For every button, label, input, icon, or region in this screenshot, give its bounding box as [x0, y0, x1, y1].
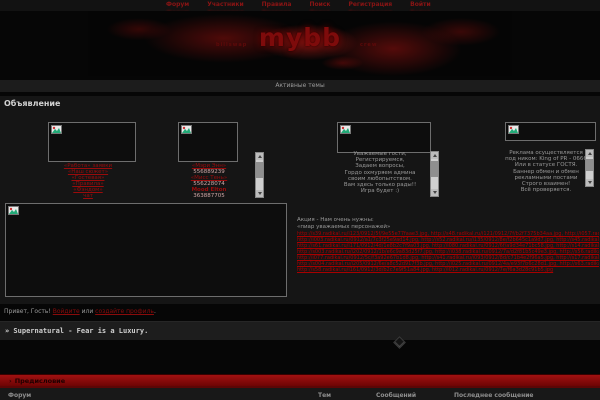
active-topics-bar[interactable]: Активные темы	[0, 80, 600, 92]
nav-item-register[interactable]: Регистрация	[348, 1, 392, 8]
announce-text-line: Всё проверяется.	[496, 187, 596, 193]
image-placeholder-1	[48, 122, 136, 162]
broken-image-icon	[8, 206, 19, 215]
column-header-topics: Тем	[318, 392, 331, 399]
nav-item-login[interactable]: Войти	[410, 1, 431, 8]
greeting-period: .	[154, 308, 156, 315]
announcement-contacts-col2: «Мэри Энн» 556889239 «Мисс Тень» 5562280…	[178, 164, 240, 199]
announce-link[interactable]: чат	[40, 194, 136, 200]
column-header-forum: Форум	[8, 392, 31, 399]
scrollbar-thumb[interactable]	[256, 162, 263, 178]
forum-table-header: Форум Тем Сообщений Последнее сообщение	[0, 386, 600, 400]
broken-image-icon	[51, 125, 62, 134]
nav-item-members[interactable]: Участники	[207, 1, 243, 8]
scroll-up-arrow-icon[interactable]	[586, 150, 593, 157]
announcement-text-col3: Уважаемые гости, Регистрируемся, Задаем …	[332, 151, 428, 194]
top-nav: Форум Участники Правила Поиск Регистраци…	[166, 1, 431, 8]
login-link[interactable]: Войдите	[53, 308, 80, 315]
category-label: Предисловие	[15, 377, 65, 385]
scrollbar-col4[interactable]	[585, 149, 594, 187]
image-placeholder-large	[5, 203, 287, 297]
icq-number: 363887705	[178, 194, 240, 200]
scrollbar-col2[interactable]	[255, 152, 264, 198]
promo-line1: Акция - Нам очень нужны:	[297, 217, 374, 223]
scroll-up-arrow-icon[interactable]	[256, 153, 263, 160]
announce-text-line: Гордо охмуряем админа	[332, 170, 428, 176]
scrollbar-col3[interactable]	[430, 151, 439, 197]
announcement-text-col4: Реклама осуществляется под ником: King o…	[496, 150, 596, 193]
announcement-panel: Объявление «Работа» заявки «Наш сюжет» «…	[0, 96, 600, 304]
nav-item-forum[interactable]: Форум	[166, 1, 189, 8]
scroll-up-arrow-icon[interactable]	[431, 152, 438, 159]
greeting-conjunction: или	[82, 308, 94, 315]
broken-image-icon	[508, 125, 519, 134]
promo-url-line[interactable]: http://s58.radikal.ru/i161/0912/3d/b2c7e…	[297, 267, 599, 273]
board-title-strip: » Supernatural - Fear is a Luxury.	[0, 321, 600, 340]
scrollbar-thumb[interactable]	[586, 159, 593, 171]
broken-image-icon	[340, 125, 351, 134]
image-placeholder-4	[505, 122, 596, 141]
image-placeholder-2	[178, 122, 238, 162]
guest-greeting: Привет, Гость! Войдите или создайте проф…	[4, 308, 156, 315]
header-banner: mybb billswap crew	[88, 11, 512, 76]
register-link[interactable]: создайте профиль	[95, 308, 154, 315]
banner-left-text: billswap	[216, 42, 247, 48]
chevron-right-icon: ›	[9, 377, 12, 385]
banner-right-text: crew	[360, 42, 377, 48]
scrollbar-thumb[interactable]	[431, 161, 438, 177]
nav-item-rules[interactable]: Правила	[262, 1, 292, 8]
announcement-title: Объявление	[4, 99, 60, 108]
forum-page: Форум Участники Правила Поиск Регистраци…	[0, 0, 600, 400]
scroll-down-arrow-icon[interactable]	[431, 189, 438, 196]
column-header-posts: Сообщений	[376, 392, 416, 399]
column-header-last-post: Последнее сообщение	[454, 392, 534, 399]
greeting-text: Привет, Гость!	[4, 308, 51, 315]
announce-text-line: Игра будет :)	[332, 188, 428, 194]
board-title: » Supernatural - Fear is a Luxury.	[5, 327, 148, 335]
scroll-down-arrow-icon[interactable]	[256, 190, 263, 197]
broken-image-icon	[181, 125, 192, 134]
forum-logo: mybb	[88, 25, 512, 50]
category-title[interactable]: ›Предисловие	[9, 377, 65, 385]
image-placeholder-3	[337, 122, 431, 153]
promo-line2: «пиар уважаемых персонажей»	[297, 224, 390, 230]
nav-item-search[interactable]: Поиск	[309, 1, 330, 8]
announcement-links-col1: «Работа» заявки «Наш сюжет» «Гостевая» «…	[40, 164, 136, 199]
scroll-down-arrow-icon[interactable]	[586, 179, 593, 186]
